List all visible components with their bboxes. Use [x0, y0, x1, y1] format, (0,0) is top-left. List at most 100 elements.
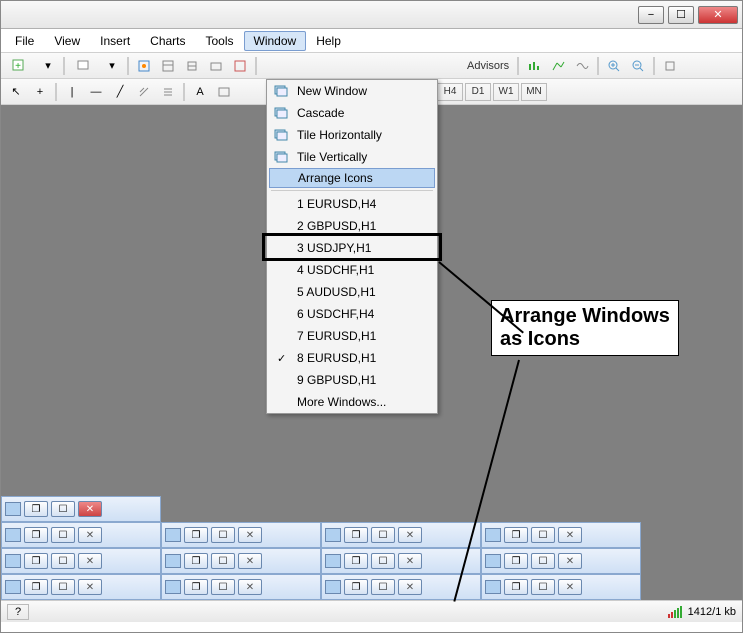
restore-icon[interactable]: ❐ — [184, 553, 208, 569]
close-icon[interactable]: ✕ — [78, 527, 102, 543]
close-icon[interactable]: ✕ — [558, 553, 582, 569]
minimized-chart-window[interactable]: ❐☐✕ — [161, 574, 321, 600]
maximize-icon[interactable]: ☐ — [51, 553, 75, 569]
window-maximize-button[interactable]: ☐ — [668, 6, 694, 24]
maximize-icon[interactable]: ☐ — [211, 553, 235, 569]
menu-tools[interactable]: Tools — [196, 31, 244, 51]
profiles-button[interactable] — [69, 56, 99, 76]
text-label-icon[interactable] — [213, 82, 235, 102]
menu-item-cascade[interactable]: Cascade — [267, 102, 437, 124]
fibo-icon[interactable] — [157, 82, 179, 102]
minimized-chart-window[interactable]: ❐☐✕ — [1, 496, 161, 522]
timeframe-d1[interactable]: D1 — [465, 83, 491, 101]
indicator-button-3[interactable] — [571, 56, 593, 76]
crosshair-icon[interactable]: + — [29, 82, 51, 102]
maximize-icon[interactable]: ☐ — [211, 579, 235, 595]
maximize-icon[interactable]: ☐ — [211, 527, 235, 543]
menu-item-tile-vertically[interactable]: Tile Vertically — [267, 146, 437, 168]
close-icon[interactable]: ✕ — [558, 527, 582, 543]
menu-item-8-eurusd-h1[interactable]: ✓8 EURUSD,H1 — [267, 347, 437, 369]
restore-icon[interactable]: ❐ — [504, 553, 528, 569]
restore-icon[interactable]: ❐ — [24, 501, 48, 517]
minimized-chart-window[interactable]: ❐☐✕ — [161, 548, 321, 574]
zoom-out-icon[interactable] — [627, 56, 649, 76]
menu-item-5-audusd-h1[interactable]: 5 AUDUSD,H1 — [267, 281, 437, 303]
restore-icon[interactable]: ❐ — [184, 527, 208, 543]
menu-insert[interactable]: Insert — [90, 31, 140, 51]
menu-item-tile-horizontally[interactable]: Tile Horizontally — [267, 124, 437, 146]
minimized-chart-window[interactable]: ❐☐✕ — [481, 548, 641, 574]
navigator-icon[interactable] — [181, 56, 203, 76]
minimized-chart-window[interactable]: ❐☐✕ — [321, 548, 481, 574]
restore-icon[interactable]: ❐ — [504, 527, 528, 543]
chart-type-icon[interactable] — [659, 56, 681, 76]
timeframe-h4[interactable]: H4 — [437, 83, 463, 101]
menu-charts[interactable]: Charts — [140, 31, 195, 51]
restore-icon[interactable]: ❐ — [184, 579, 208, 595]
minimized-chart-window[interactable]: ❐☐✕ — [1, 522, 161, 548]
terminal-icon[interactable] — [205, 56, 227, 76]
timeframe-mn[interactable]: MN — [521, 83, 547, 101]
menu-view[interactable]: View — [44, 31, 90, 51]
maximize-icon[interactable]: ☐ — [531, 527, 555, 543]
menu-item-6-usdchf-h4[interactable]: 6 USDCHF,H4 — [267, 303, 437, 325]
maximize-icon[interactable]: ☐ — [371, 579, 395, 595]
cursor-icon[interactable]: ↖ — [5, 82, 27, 102]
menu-item-2-gbpusd-h1[interactable]: 2 GBPUSD,H1 — [267, 215, 437, 237]
menu-window[interactable]: Window — [244, 31, 307, 51]
menu-item-9-gbpusd-h1[interactable]: 9 GBPUSD,H1 — [267, 369, 437, 391]
indicator-button-2[interactable] — [547, 56, 569, 76]
channel-icon[interactable] — [133, 82, 155, 102]
advisors-label[interactable]: Advisors — [463, 60, 513, 72]
close-icon[interactable]: ✕ — [238, 579, 262, 595]
restore-icon[interactable]: ❐ — [504, 579, 528, 595]
menu-item-new-window[interactable]: New Window — [267, 80, 437, 102]
close-icon[interactable]: ✕ — [238, 527, 262, 543]
market-watch-icon[interactable] — [133, 56, 155, 76]
minimized-chart-window[interactable]: ❐☐✕ — [1, 548, 161, 574]
maximize-icon[interactable]: ☐ — [371, 553, 395, 569]
menu-item-3-usdjpy-h1[interactable]: 3 USDJPY,H1 — [267, 237, 437, 259]
help-icon[interactable]: ? — [7, 604, 29, 620]
menu-item-more-windows-[interactable]: More Windows... — [267, 391, 437, 413]
maximize-icon[interactable]: ☐ — [51, 501, 75, 517]
zoom-in-icon[interactable] — [603, 56, 625, 76]
close-icon[interactable]: ✕ — [238, 553, 262, 569]
maximize-icon[interactable]: ☐ — [371, 527, 395, 543]
menu-item-arrange-icons[interactable]: Arrange Icons — [269, 168, 435, 188]
timeframe-w1[interactable]: W1 — [493, 83, 519, 101]
dropdown-arrow-icon[interactable]: ▾ — [37, 56, 59, 76]
menu-file[interactable]: File — [5, 31, 44, 51]
maximize-icon[interactable]: ☐ — [531, 579, 555, 595]
close-icon[interactable]: ✕ — [78, 553, 102, 569]
tester-icon[interactable] — [229, 56, 251, 76]
close-icon[interactable]: ✕ — [398, 527, 422, 543]
maximize-icon[interactable]: ☐ — [51, 527, 75, 543]
minimized-chart-window[interactable]: ❐☐✕ — [1, 574, 161, 600]
indicator-button-1[interactable] — [523, 56, 545, 76]
text-icon[interactable]: A — [189, 82, 211, 102]
hline-icon[interactable]: — — [85, 82, 107, 102]
vline-icon[interactable]: | — [61, 82, 83, 102]
minimized-chart-window[interactable]: ❐☐✕ — [321, 522, 481, 548]
dropdown-arrow-icon[interactable]: ▾ — [101, 56, 123, 76]
minimized-chart-window[interactable]: ❐☐✕ — [161, 522, 321, 548]
restore-icon[interactable]: ❐ — [24, 553, 48, 569]
maximize-icon[interactable]: ☐ — [531, 553, 555, 569]
window-close-button[interactable]: ✕ — [698, 6, 738, 24]
menu-item-7-eurusd-h1[interactable]: 7 EURUSD,H1 — [267, 325, 437, 347]
close-icon[interactable]: ✕ — [78, 579, 102, 595]
minimized-chart-window[interactable]: ❐☐✕ — [481, 574, 641, 600]
maximize-icon[interactable]: ☐ — [51, 579, 75, 595]
window-minimize-button[interactable]: − — [638, 6, 664, 24]
new-chart-button[interactable]: + — [5, 56, 35, 76]
data-window-icon[interactable] — [157, 56, 179, 76]
menu-item-4-usdchf-h1[interactable]: 4 USDCHF,H1 — [267, 259, 437, 281]
trendline-icon[interactable]: ╱ — [109, 82, 131, 102]
restore-icon[interactable]: ❐ — [24, 579, 48, 595]
minimized-chart-window[interactable]: ❐☐✕ — [481, 522, 641, 548]
restore-icon[interactable]: ❐ — [344, 553, 368, 569]
restore-icon[interactable]: ❐ — [24, 527, 48, 543]
restore-icon[interactable]: ❐ — [344, 579, 368, 595]
close-icon[interactable]: ✕ — [558, 579, 582, 595]
